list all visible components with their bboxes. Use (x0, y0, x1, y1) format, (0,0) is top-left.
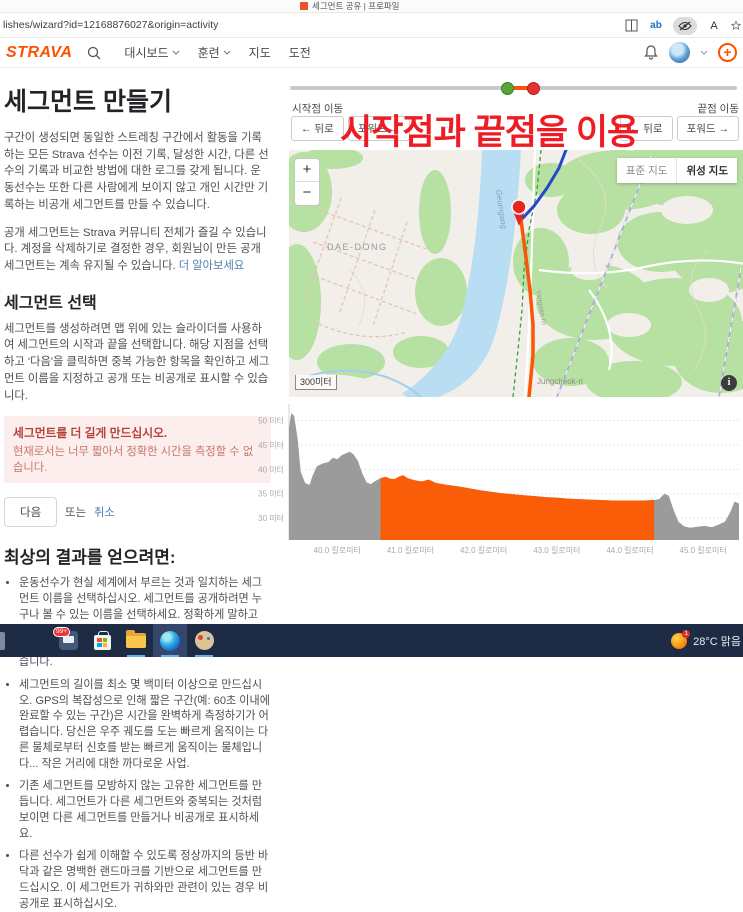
svg-text:45.0 킬로미터: 45.0 킬로미터 (680, 546, 727, 555)
svg-text:30 미터: 30 미터 (258, 514, 284, 523)
map-label-village: Jungcheok-ri (537, 377, 583, 386)
svg-text:41.0 킬로미터: 41.0 킬로미터 (387, 546, 434, 555)
zoom-in-button[interactable]: + (295, 159, 319, 182)
map-zoom-control: + − (294, 158, 320, 206)
nav-maps[interactable]: 지도 (249, 44, 271, 61)
elevation-profile-section: 50 미터45 미터40 미터35 미터30 미터40.0 킬로미터41.0 킬… (287, 400, 743, 580)
strava-favicon (300, 2, 308, 10)
weather-text: 28°C 맑음 (693, 633, 741, 649)
favorites-star-icon[interactable] (731, 18, 741, 34)
tip-item: 다른 선수가 쉽게 이해할 수 있도록 정상까지의 등반 바닥과 같은 명백한 … (19, 849, 271, 912)
notifications-bell-icon[interactable] (643, 45, 659, 61)
end-forward-button[interactable]: 포워드 → (677, 116, 739, 141)
split-screen-icon[interactable] (623, 18, 639, 34)
main-nav: 대시보드 훈련 지도 도전 (124, 44, 310, 61)
intro-paragraph-2: 공개 세그먼트는 Strava 커뮤니티 전체가 즐길 수 있습니다. 계정을 … (4, 225, 271, 275)
or-text: 또는 (65, 504, 86, 520)
taskbar-file-explorer-icon[interactable] (119, 624, 153, 657)
map-graphics: DAE-DONG Jungcheok-ri Geumgang Yangsan-r… (289, 150, 743, 397)
taskbar-kakaotalk-icon[interactable]: 99+ (51, 624, 85, 657)
end-move-label: 끝점 이동 (697, 101, 739, 116)
add-activity-button[interactable]: + (718, 43, 737, 62)
end-point-handle[interactable] (527, 82, 540, 95)
svg-text:44.0 킬로미터: 44.0 킬로미터 (606, 546, 653, 555)
user-avatar[interactable] (669, 42, 690, 63)
chevron-down-icon[interactable] (700, 50, 708, 55)
nav-training[interactable]: 훈련 (198, 44, 231, 61)
windows-taskbar: 99+ 1 28°C 맑음 (0, 624, 743, 657)
browser-toolbar: lishes/wizard?id=12168876027&origin=acti… (0, 13, 743, 38)
tip-item: 기존 세그먼트를 모방하지 않는 고유한 세그먼트를 만듭니다. 세그먼트가 다… (19, 779, 271, 842)
nav-dashboard[interactable]: 대시보드 (124, 44, 179, 61)
weather-alert-badge: 1 (682, 630, 690, 638)
start-point-handle[interactable] (501, 82, 514, 95)
strava-logo[interactable]: STRAVA (6, 44, 72, 62)
search-icon[interactable] (86, 45, 102, 61)
warning-title: 세그먼트를 더 길게 만드십시오. (13, 424, 262, 441)
segment-range-slider-zone: 시작점 이동 끝점 이동 ← 뒤로 포워드 → ← 뒤로 포워드 → 시작점과 … (287, 68, 743, 150)
tip-item: 세그먼트의 길이를 최소 몇 백미터 이상으로 만드십시오. GPS의 복잡성으… (19, 678, 271, 773)
taskbar-microsoft-store-icon[interactable] (85, 624, 119, 657)
cancel-link[interactable]: 취소 (94, 504, 115, 520)
next-button[interactable]: 다음 (4, 497, 57, 527)
page-title: 세그먼트 만들기 (4, 82, 271, 118)
elevation-chart: 50 미터 45 미터 40 미터 35 미터 30 미터 40.0 킬로미터 41.0 킬… (243, 400, 743, 568)
map-attribution-info-icon[interactable]: i (721, 375, 737, 391)
chevron-down-icon (172, 50, 180, 55)
read-aloud-icon[interactable]: A (706, 18, 722, 34)
address-url[interactable]: lishes/wizard?id=12168876027&origin=acti… (3, 19, 218, 31)
taskbar-paint-icon[interactable] (187, 624, 221, 657)
segment-editor-panel: 시작점 이동 끝점 이동 ← 뒤로 포워드 → ← 뒤로 포워드 → 시작점과 … (287, 68, 743, 624)
svg-text:50 미터: 50 미터 (258, 417, 284, 426)
svg-text:40.0 킬로미터: 40.0 킬로미터 (314, 546, 361, 555)
select-segment-heading: 세그먼트 선택 (4, 289, 271, 313)
best-results-heading: 최상의 결과를 얻으려면: (4, 543, 271, 568)
satellite-map-button[interactable]: 위성 지도 (677, 158, 737, 183)
segment-too-short-warning: 세그먼트를 더 길게 만드십시오. 현재로서는 너무 짧아서 정확한 시간을 측… (4, 416, 271, 483)
start-back-button[interactable]: ← 뒤로 (291, 116, 344, 141)
map-label-town: DAE-DONG (327, 242, 388, 252)
red-annotation-text: 시작점과 끝점을 이용 (340, 104, 638, 155)
learn-more-link[interactable]: 더 알아보세요 (179, 260, 245, 272)
unread-badge: 99+ (53, 627, 70, 637)
weather-sun-icon: 1 (671, 633, 687, 649)
taskbar-edge-icon[interactable] (153, 624, 187, 657)
svg-text:43.0 킬로미터: 43.0 킬로미터 (533, 546, 580, 555)
svg-text:40 미터: 40 미터 (258, 465, 284, 474)
intro-paragraph-1: 구간이 생성되면 동일한 스트레칭 구간에서 활동을 기록하는 모든 Strav… (4, 130, 271, 214)
translate-icon[interactable]: ab (648, 18, 664, 34)
warning-body: 현재로서는 너무 짧아서 정확한 시간을 측정할 수 없습니다. (13, 443, 262, 475)
map-scale: 300미터 (295, 375, 337, 390)
standard-map-button[interactable]: 표준 지도 (617, 158, 678, 183)
browser-tab-strip: 세그먼트 공유 | 프로파일 (0, 0, 743, 13)
taskbar-partial-icon[interactable] (0, 632, 5, 650)
nav-challenges[interactable]: 도전 (289, 44, 311, 61)
map-canvas[interactable]: DAE-DONG Jungcheok-ri Geumgang Yangsan-r… (289, 150, 743, 397)
taskbar-weather-widget[interactable]: 1 28°C 맑음 (671, 624, 741, 657)
start-move-label: 시작점 이동 (292, 101, 343, 116)
hide-eye-icon[interactable] (673, 17, 697, 35)
strava-header: STRAVA 대시보드 훈련 지도 도전 + (0, 38, 743, 68)
browser-tab-title[interactable]: 세그먼트 공유 | 프로파일 (312, 0, 400, 12)
select-segment-body: 세그먼트를 생성하려면 맵 위에 있는 슬라이더를 사용하여 세그먼트의 시작과… (4, 321, 271, 405)
chevron-down-icon (223, 50, 231, 55)
svg-text:35 미터: 35 미터 (258, 490, 284, 499)
zoom-out-button[interactable]: − (295, 182, 319, 205)
svg-text:45 미터: 45 미터 (258, 441, 284, 450)
svg-text:42.0 킬로미터: 42.0 킬로미터 (460, 546, 507, 555)
